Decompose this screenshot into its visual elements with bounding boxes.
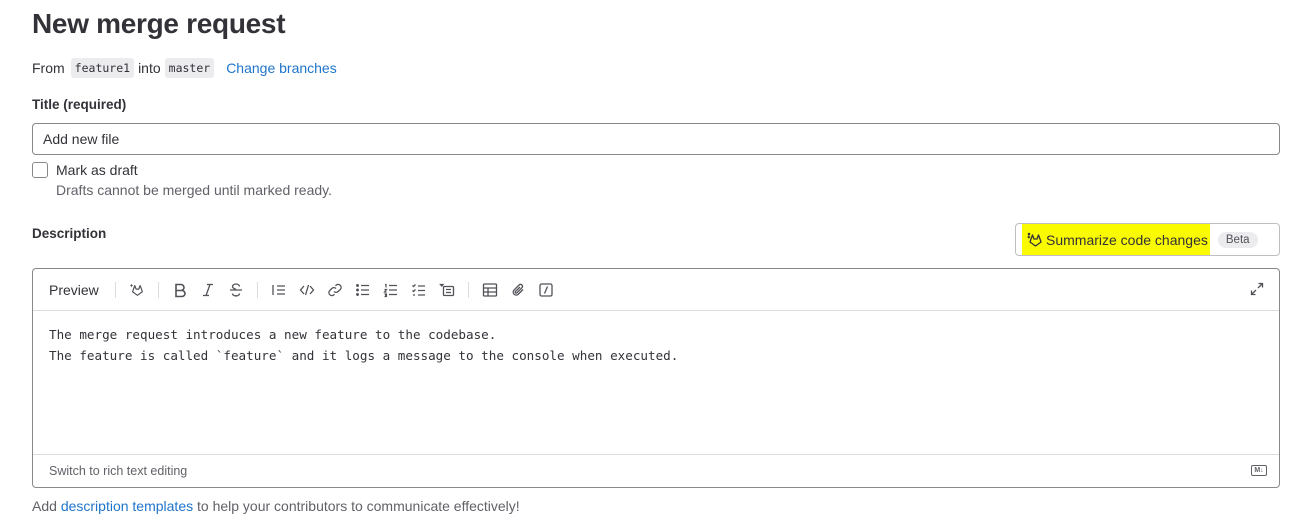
draft-help-text: Drafts cannot be merged until marked rea… xyxy=(56,182,332,198)
description-line-2: The feature is called `feature` and it l… xyxy=(49,348,679,363)
fullscreen-icon[interactable] xyxy=(1249,281,1267,299)
bold-icon[interactable] xyxy=(171,281,189,299)
summarize-label: Summarize code changes xyxy=(1046,231,1208,248)
templates-note-suffix: to help your contributors to communicate… xyxy=(193,498,520,514)
description-editor: Preview The merge request introduces a n… xyxy=(32,268,1280,488)
strikethrough-icon[interactable] xyxy=(227,281,245,299)
draft-row[interactable]: Mark as draft xyxy=(32,162,138,178)
toolbar-divider xyxy=(467,281,469,298)
slash-command-icon[interactable] xyxy=(537,281,555,299)
templates-note-prefix: Add xyxy=(32,498,61,514)
summarize-highlight: Summarize code changes xyxy=(1022,224,1210,255)
summarize-code-changes-button[interactable]: Summarize code changes Beta xyxy=(1015,223,1280,256)
attach-icon[interactable] xyxy=(509,281,527,299)
collapsible-icon[interactable] xyxy=(438,281,456,299)
templates-note: Add description templates to help your c… xyxy=(32,498,520,514)
bullet-list-icon[interactable] xyxy=(354,281,372,299)
description-label: Description xyxy=(32,226,107,241)
code-icon[interactable] xyxy=(298,281,316,299)
from-label: From xyxy=(32,60,65,76)
change-branches-link[interactable]: Change branches xyxy=(226,60,337,76)
preview-button[interactable]: Preview xyxy=(49,282,99,298)
target-branch: master xyxy=(164,58,215,78)
link-icon[interactable] xyxy=(326,281,344,299)
draft-checkbox[interactable] xyxy=(32,162,48,178)
source-branch: feature1 xyxy=(70,58,135,78)
toolbar-divider xyxy=(157,281,159,298)
numbered-list-icon[interactable] xyxy=(382,281,400,299)
quote-icon[interactable] xyxy=(270,281,288,299)
description-templates-link[interactable]: description templates xyxy=(61,498,193,514)
editor-toolbar: Preview xyxy=(33,269,1279,311)
switch-rich-text-link[interactable]: Switch to rich text editing xyxy=(49,464,187,478)
editor-footer: Switch to rich text editing M↓ xyxy=(33,454,1279,487)
toolbar-divider xyxy=(256,281,258,298)
markdown-icon: M↓ xyxy=(1251,465,1267,476)
title-input[interactable] xyxy=(32,123,1280,155)
toolbar-divider xyxy=(114,281,116,298)
ai-tanuki-icon xyxy=(1026,231,1044,249)
table-icon[interactable] xyxy=(481,281,499,299)
description-textarea[interactable]: The merge request introduces a new featu… xyxy=(33,311,1279,454)
description-line-1: The merge request introduces a new featu… xyxy=(49,327,497,342)
page-title: New merge request xyxy=(32,8,286,39)
into-label: into xyxy=(138,60,161,76)
italic-icon[interactable] xyxy=(199,281,217,299)
beta-badge: Beta xyxy=(1217,231,1258,248)
draft-label[interactable]: Mark as draft xyxy=(56,162,138,178)
title-label: Title (required) xyxy=(32,97,127,112)
branch-info: From feature1 into master Change branche… xyxy=(32,57,337,79)
ai-tanuki-icon[interactable] xyxy=(128,281,146,299)
task-list-icon[interactable] xyxy=(410,281,428,299)
